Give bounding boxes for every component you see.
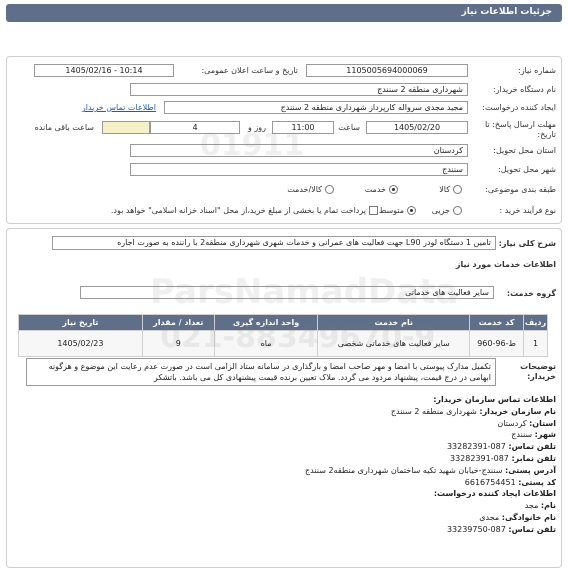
summary-field[interactable]: تامین 1 دستگاه لودر L90 جهت فعالیت های ع… (52, 236, 496, 250)
city-label: شهر محل تحویل: (498, 165, 556, 174)
treasury-checkbox[interactable] (369, 206, 378, 215)
org-name-label: نام سازمان خریدار: (479, 406, 556, 416)
creator-first-name-value: مجد (524, 501, 539, 511)
contact-postal-label: کد پستی: (518, 477, 556, 487)
cell-unit: ماه (213, 330, 319, 357)
table-row[interactable]: 1 ط-96-960 سایر فعالیت های خدماتی شخصی م… (18, 330, 548, 357)
summary-label: شرح کلی نیاز: (498, 239, 556, 248)
col-service-name: نام خدمت (317, 314, 471, 331)
category-radio-service[interactable] (389, 185, 398, 194)
contact-city-label: شهر: (534, 430, 556, 440)
category-radio-goods-service[interactable] (325, 185, 334, 194)
process-option-minor: جزیی (431, 206, 450, 215)
contact-section: اطلاعات تماس سازمان خریدار: نام سازمان خ… (16, 394, 556, 536)
buyer-notes-label: توضیحات خریدار: (520, 362, 556, 381)
province-label: استان محل تحویل: (493, 146, 556, 155)
table-header-row: ردیف کد خدمت نام خدمت واحد اندازه گیری ت… (18, 314, 548, 331)
payment-note: پرداخت تمام یا بخشی از مبلغ خرید،از محل … (110, 206, 366, 215)
org-name-value: شهرداری منطقه 2 سنندج (390, 406, 477, 416)
contact-address-value: سنندج-خیابان شهید تکیه ساختمان شهرداری م… (305, 465, 503, 475)
services-title: اطلاعات خدمات مورد نیاز (455, 260, 556, 269)
days-label: روز و (248, 123, 266, 132)
page-header: جزئیات اطلاعات نیاز (6, 4, 562, 22)
category-label: طبقه بندی موضوعی: (485, 185, 556, 194)
creator-info-title: اطلاعات ایجاد کننده درخواست: (433, 489, 556, 499)
creator-phone-value: 087-33239750 (446, 524, 506, 534)
remaining-days-field[interactable]: 4 (150, 121, 240, 134)
contact-province-value: کردستان (497, 418, 527, 428)
remaining-hours-label: ساعت باقی مانده (34, 123, 94, 132)
announce-date-label: تاریخ و ساعت اعلان عمومی: (201, 66, 298, 75)
remaining-hours-field[interactable] (102, 121, 150, 134)
process-label: نوع فرآیند خرید : (499, 206, 556, 215)
category-option-goods: کالا (439, 185, 450, 194)
col-need-date: تاریخ نیاز (18, 314, 143, 331)
province-field[interactable]: کردستان (130, 144, 468, 157)
cell-service-name: سایر فعالیت های خدماتی شخصی (317, 330, 471, 357)
contact-address-label: آدرس پستی: (505, 465, 556, 475)
contact-postal-value: 6616754451 (464, 477, 516, 487)
buyer-label: نام دستگاه خریدار: (493, 85, 556, 94)
deadline-time-field[interactable]: 11:00 (272, 121, 334, 134)
col-service-code: کد خدمت (469, 314, 525, 331)
need-info-panel (6, 56, 562, 224)
col-unit: واحد اندازه گیری (213, 314, 319, 331)
creator-label: ایجاد کننده درخواست: (482, 103, 556, 112)
category-option-service: خدمت (364, 185, 386, 194)
buyer-field[interactable]: شهرداری منطقه 2 سنندج (130, 83, 468, 96)
cell-row: 1 (523, 330, 548, 357)
category-radio-goods[interactable] (453, 185, 462, 194)
contact-city-value: سنندج (511, 430, 533, 440)
deadline-time-label: ساعت (338, 123, 360, 132)
cell-need-date: 1405/02/23 (18, 330, 143, 357)
contact-fax-label: تلفن نمابر: (511, 453, 556, 463)
deadline-date-field[interactable]: 1405/02/20 (366, 121, 468, 134)
process-radio-minor[interactable] (453, 206, 462, 215)
service-group-field[interactable]: سایر فعالیت های خدماتی (80, 286, 494, 299)
contact-phone-label: تلفن تماس: (508, 442, 556, 452)
buyer-contact-link[interactable]: اطلاعات تماس خریدار (82, 103, 156, 112)
page-title: جزئیات اطلاعات نیاز (461, 7, 552, 17)
cell-service-code: ط-96-960 (469, 330, 525, 357)
service-group-label: گروه خدمت: (506, 289, 556, 298)
creator-last-name-label: نام خانوادگی: (501, 512, 556, 522)
creator-last-name-value: مجدی (479, 512, 500, 522)
contact-title: اطلاعات تماس سازمان خریدار: (433, 395, 556, 404)
need-number-label: شماره نیاز: (518, 66, 556, 75)
process-option-medium: متوسط (378, 206, 404, 215)
creator-phone-label: تلفن تماس: (508, 524, 556, 534)
services-table: ردیف کد خدمت نام خدمت واحد اندازه گیری ت… (18, 314, 548, 357)
creator-first-name-label: نام: (540, 501, 556, 511)
deadline-label: مهلت ارسال پاسخ: تا تاریخ: (484, 120, 556, 139)
category-option-goods-service: کالا/خدمت (287, 185, 322, 194)
announce-date-field[interactable]: 1405/02/16 - 10:14 (34, 64, 174, 77)
contact-province-label: استان: (529, 418, 556, 428)
cell-quantity: 9 (141, 330, 215, 357)
buyer-notes-field[interactable]: تکمیل مدارک پیوستی با امضا و مهر صاحب ام… (26, 358, 496, 386)
col-row: ردیف (523, 314, 548, 331)
creator-field[interactable]: مجید مجدی سرواله کارپرداز شهرداری منطقه … (164, 101, 468, 114)
process-radio-medium[interactable] (407, 206, 416, 215)
need-number-field[interactable]: 1105005694000069 (306, 64, 468, 77)
col-quantity: تعداد / مقدار (141, 314, 215, 331)
city-field[interactable]: سنندج (130, 163, 468, 176)
contact-phone-value: 087-33282391 (446, 442, 506, 452)
contact-fax-value: 087-33282391 (450, 453, 509, 463)
